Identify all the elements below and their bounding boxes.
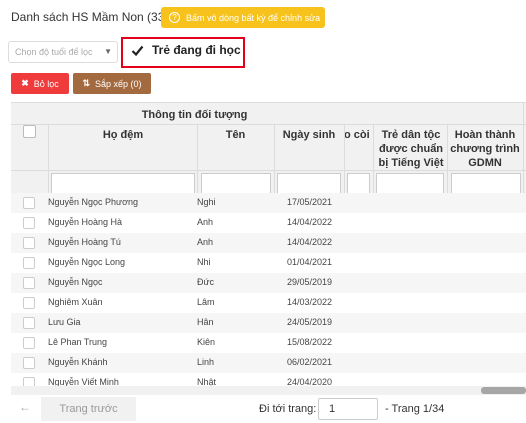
filter-hoan-thanh-gdmn[interactable]: [451, 173, 521, 194]
cell-ten: Hân: [197, 317, 214, 327]
sort-icon: ⇅: [82, 78, 90, 88]
row-checkbox[interactable]: [23, 317, 35, 329]
cell-ten: Linh: [197, 357, 215, 367]
student-table: Thông tin đối tượng Họ đệm Tên Ngày sinh…: [11, 102, 526, 398]
table-row[interactable]: Nghiêm Xuân Lâm 14/03/2022: [11, 293, 526, 313]
row-checkbox[interactable]: [23, 217, 35, 229]
filter-tre-dan-toc[interactable]: [376, 173, 444, 194]
col-gdmn-line1: Hoàn thành: [454, 129, 516, 141]
col-tre-dan-toc-line2: được chuẩn: [378, 143, 444, 155]
page-number-input[interactable]: 1: [318, 398, 378, 420]
cell-ngay-sinh: 14/04/2022: [287, 237, 333, 247]
row-checkbox[interactable]: [23, 197, 35, 209]
pagination-bar: ← Trang trước Đi tới trang: 1 - Trang 1/…: [11, 395, 526, 423]
table-row[interactable]: Nguyễn Ngọc Đức 29/05/2019: [11, 273, 526, 293]
age-filter-select[interactable]: Chọn độ tuổi để lọc ▼: [8, 41, 118, 63]
select-all-checkbox[interactable]: [23, 125, 36, 138]
cell-ten: Nghi: [197, 197, 216, 207]
edit-hint-text: Bấm vô dòng bất kỳ để chỉnh sửa: [186, 12, 321, 23]
filter-ho-dem[interactable]: [51, 173, 195, 194]
page-title: Danh sách HS Mầm Non (337): [11, 10, 176, 24]
col-tre-dan-toc-line3: bị Tiếng Việt: [378, 157, 444, 169]
col-hoan-thanh-gdmn[interactable]: Hoàn thành chương trình GDMN: [447, 128, 523, 170]
col-gdmn-line3: GDMN: [468, 157, 502, 169]
close-icon: ✖: [21, 78, 29, 88]
filter-ngay-sinh[interactable]: [277, 173, 341, 194]
row-checkbox[interactable]: [23, 257, 35, 269]
cell-ngay-sinh: 14/03/2022: [287, 297, 333, 307]
table-row[interactable]: Lưu Gia Hân 24/05/2019: [11, 313, 526, 333]
cell-ten: Lâm: [197, 297, 215, 307]
cell-ngay-sinh: 17/05/2021: [287, 197, 333, 207]
edit-hint-badge: ? Bấm vô dòng bất kỳ để chỉnh sửa: [161, 7, 325, 28]
cell-ho-dem: Nguyễn Ngọc: [48, 277, 103, 287]
caret-down-icon: ▼: [104, 47, 112, 56]
group-header: Thông tin đối tượng: [141, 109, 248, 121]
cell-ten: Đức: [197, 277, 215, 287]
studying-checkbox-label: Trẻ đang đi học: [152, 43, 241, 57]
page-count: - Trang 1/34: [385, 403, 445, 415]
cell-ho-dem: Nguyễn Ngọc Phương: [48, 197, 138, 207]
sort-button[interactable]: ⇅ Sắp xếp (0): [73, 73, 151, 94]
cell-ho-dem: Lê Phan Trung: [48, 337, 108, 347]
cell-ngay-sinh: 15/08/2022: [287, 337, 333, 347]
cell-ngay-sinh: 24/05/2019: [287, 317, 333, 327]
cell-ngay-sinh: 06/02/2021: [287, 357, 333, 367]
cell-ngay-sinh: 01/04/2021: [287, 257, 333, 267]
studying-checkbox[interactable]: Trẻ đang đi học: [131, 43, 241, 57]
question-icon: ?: [169, 12, 180, 23]
col-ngay-sinh[interactable]: Ngày sinh: [274, 128, 344, 142]
col-gdmn-line2: chương trình: [450, 143, 520, 155]
table-row[interactable]: Nguyễn Hoàng Tú Anh 14/04/2022: [11, 233, 526, 253]
cell-ten: Anh: [197, 237, 214, 247]
row-checkbox[interactable]: [23, 277, 35, 289]
filter-ten[interactable]: [201, 173, 271, 194]
row-checkbox[interactable]: [23, 237, 35, 249]
clear-filter-button[interactable]: ✖ Bỏ lọc: [11, 73, 69, 94]
cell-ho-dem: Lưu Gia: [48, 317, 81, 327]
age-filter-placeholder: Chọn độ tuổi để lọc: [15, 47, 93, 57]
col-ten[interactable]: Tên: [197, 128, 274, 142]
cell-ho-dem: Nguyễn Hoàng Hà: [48, 217, 123, 227]
scrollbar-thumb[interactable]: [481, 387, 526, 394]
goto-page-label: Đi tới trang:: [259, 403, 317, 415]
cell-ho-dem: Nguyễn Hoàng Tú: [48, 237, 121, 247]
sort-label: Sắp xếp (0): [95, 78, 142, 89]
table-row[interactable]: Nguyễn Hoàng Hà Anh 14/04/2022: [11, 213, 526, 233]
row-checkbox[interactable]: [23, 337, 35, 349]
table-row[interactable]: Nguyễn Khánh Linh 06/02/2021: [11, 353, 526, 373]
table-row[interactable]: Nguyễn Ngọc Phương Nghi 17/05/2021: [11, 193, 526, 213]
col-suy-dinh-duong-partial[interactable]: o còi: [344, 128, 374, 142]
cell-ten: Anh: [197, 217, 214, 227]
table-row[interactable]: Nguyễn Ngọc Long Nhi 01/04/2021: [11, 253, 526, 273]
row-checkbox[interactable]: [23, 297, 35, 309]
clear-filter-label: Bỏ lọc: [33, 78, 59, 89]
col-tre-dan-toc[interactable]: Trẻ dân tộc được chuẩn bị Tiếng Việt: [373, 128, 449, 170]
prev-page-button[interactable]: Trang trước: [41, 397, 136, 421]
arrow-left-icon[interactable]: ←: [19, 400, 31, 414]
horizontal-scrollbar[interactable]: [11, 386, 526, 395]
checkmark-icon: [131, 44, 144, 57]
row-checkbox[interactable]: [23, 357, 35, 369]
filter-partial[interactable]: [347, 173, 370, 194]
col-ho-dem[interactable]: Họ đệm: [48, 128, 198, 142]
cell-ngay-sinh: 14/04/2022: [287, 217, 333, 227]
cell-ho-dem: Nguyễn Ngọc Long: [48, 257, 126, 267]
cell-ten: Kiên: [197, 337, 216, 347]
cell-ngay-sinh: 29/05/2019: [287, 277, 333, 287]
col-tre-dan-toc-line1: Trẻ dân tộc: [381, 129, 441, 141]
cell-ho-dem: Nghiêm Xuân: [48, 297, 103, 307]
cell-ten: Nhi: [197, 257, 211, 267]
table-row[interactable]: Lê Phan Trung Kiên 15/08/2022: [11, 333, 526, 353]
cell-ho-dem: Nguyễn Khánh: [48, 357, 108, 367]
